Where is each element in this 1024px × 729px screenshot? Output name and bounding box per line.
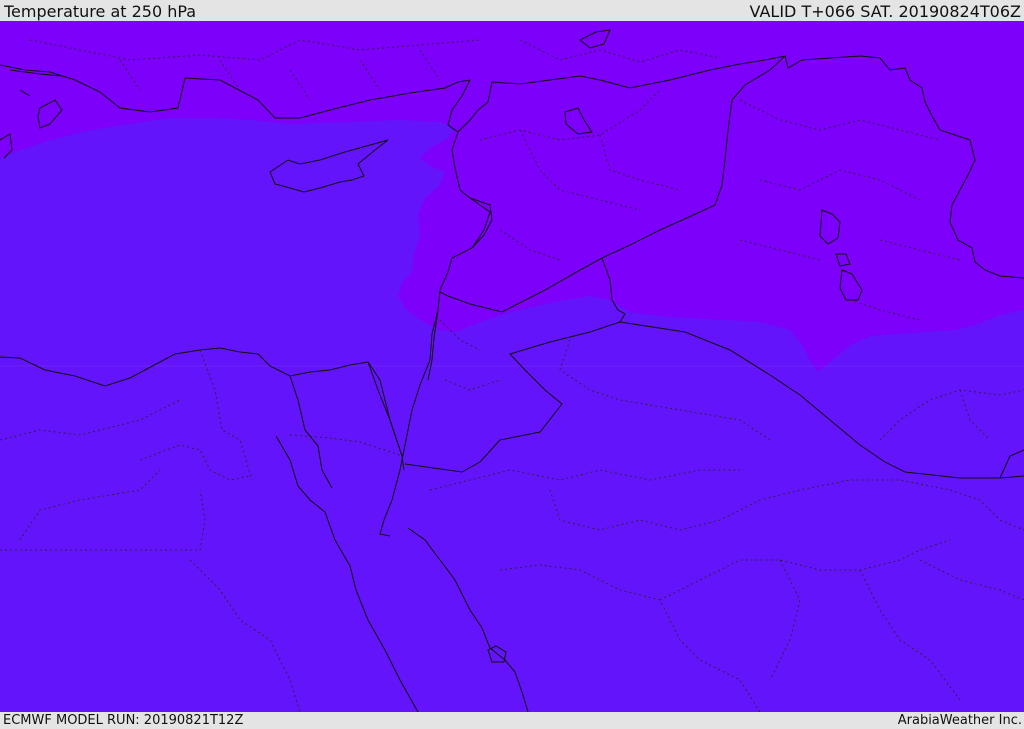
valid-time-label: VALID T+066 SAT. 20190824T06Z (749, 2, 1021, 21)
credit-label: ArabiaWeather Inc. (897, 713, 1022, 728)
map-canvas (0, 21, 1024, 712)
temperature-map[interactable] (0, 21, 1024, 712)
map-title: Temperature at 250 hPa (4, 2, 197, 21)
model-run-label: ECMWF MODEL RUN: 20190821T12Z (3, 713, 244, 728)
map-header: Temperature at 250 hPa VALID T+066 SAT. … (0, 0, 1024, 21)
map-footer: ECMWF MODEL RUN: 20190821T12Z ArabiaWeat… (0, 712, 1024, 729)
